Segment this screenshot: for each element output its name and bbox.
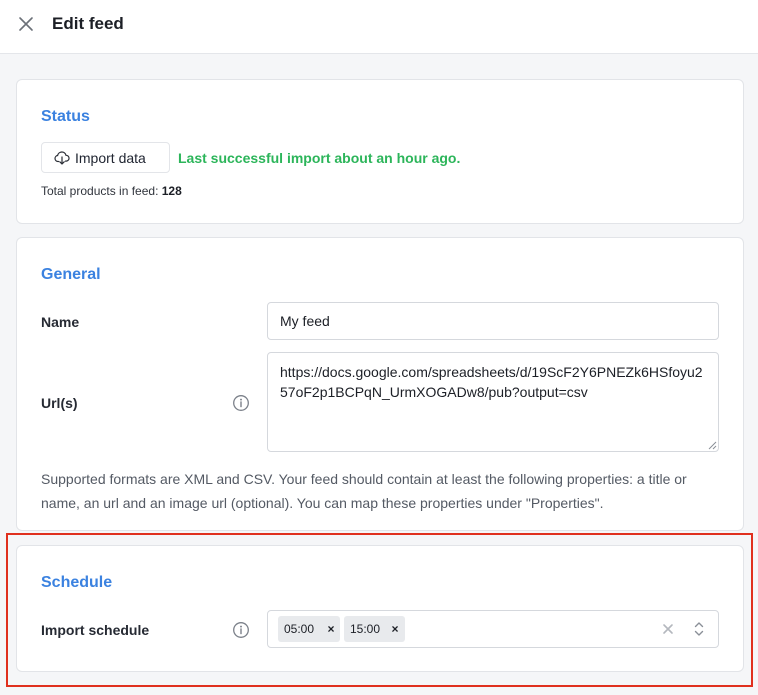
time-chip-label: 05:00 bbox=[284, 622, 315, 636]
chip-remove-icon[interactable]: × bbox=[323, 616, 339, 642]
cloud-download-icon bbox=[54, 150, 70, 165]
import-data-label: Import data bbox=[75, 149, 146, 166]
close-icon[interactable] bbox=[17, 15, 35, 33]
time-chip: 15:00 × bbox=[344, 616, 405, 642]
total-products: Total products in feed: 128 bbox=[41, 184, 182, 198]
url-label: Url(s) bbox=[41, 395, 78, 411]
schedule-card: Schedule Import schedule 05:00 × 15:00 × bbox=[16, 545, 744, 672]
name-label: Name bbox=[41, 314, 80, 330]
import-schedule-select[interactable]: 05:00 × 15:00 × bbox=[267, 610, 719, 648]
time-chip: 05:00 × bbox=[278, 616, 340, 642]
chevron-up-down-icon[interactable] bbox=[693, 620, 705, 638]
info-icon[interactable] bbox=[232, 394, 250, 412]
info-icon[interactable] bbox=[232, 621, 250, 639]
status-section-title: Status bbox=[41, 108, 90, 125]
resize-grip-icon[interactable] bbox=[707, 440, 717, 450]
import-data-button[interactable]: Import data bbox=[41, 142, 170, 173]
header-bar: Edit feed bbox=[0, 0, 758, 54]
time-chip-label: 15:00 bbox=[350, 622, 381, 636]
import-schedule-label: Import schedule bbox=[41, 622, 150, 638]
name-input[interactable] bbox=[267, 302, 719, 340]
status-card: Status Import data Last successful impor… bbox=[16, 79, 744, 224]
page-title: Edit feed bbox=[52, 14, 124, 33]
total-products-value: 128 bbox=[161, 184, 182, 198]
total-products-label: Total products in feed: bbox=[41, 184, 159, 198]
supported-formats-help: Supported formats are XML and CSV. Your … bbox=[41, 471, 687, 511]
chip-remove-icon[interactable]: × bbox=[387, 616, 403, 642]
last-import-status: Last successful import about an hour ago… bbox=[178, 150, 461, 166]
general-card: General Name Url(s) https://docs.google.… bbox=[16, 237, 744, 531]
clear-selection-icon[interactable] bbox=[660, 621, 676, 637]
schedule-section-title: Schedule bbox=[41, 574, 113, 591]
url-textarea[interactable]: https://docs.google.com/spreadsheets/d/1… bbox=[267, 352, 719, 452]
general-section-title: General bbox=[41, 266, 101, 283]
